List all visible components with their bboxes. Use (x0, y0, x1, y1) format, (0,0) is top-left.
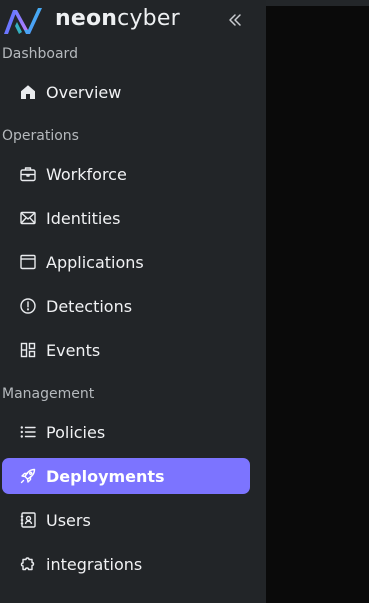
sidebar-item-integrations[interactable]: integrations (2, 546, 250, 582)
layout-grid-icon (18, 340, 38, 360)
sidebar-item-workforce[interactable]: Workforce (2, 156, 250, 192)
sidebar: neoncyber Dashboard Overview Operations … (0, 0, 266, 603)
sidebar-item-overview[interactable]: Overview (2, 74, 250, 110)
puzzle-icon (18, 554, 38, 574)
main-top-divider (266, 0, 369, 6)
briefcase-icon (18, 164, 38, 184)
sidebar-item-label: integrations (46, 554, 143, 574)
sidebar-item-label: Policies (46, 422, 106, 442)
brand-header: neoncyber (0, 0, 266, 42)
sidebar-item-events[interactable]: Events (2, 332, 250, 368)
contact-book-icon (18, 510, 38, 530)
sidebar-item-label: Deployments (46, 466, 165, 486)
sidebar-item-policies[interactable]: Policies (2, 414, 250, 450)
alert-circle-icon (18, 296, 38, 316)
list-icon (18, 422, 38, 442)
main-content-area (266, 0, 369, 603)
sidebar-item-label: Workforce (46, 164, 127, 184)
sidebar-item-label: Events (46, 340, 101, 360)
brand-name: neoncyber (55, 6, 180, 31)
sidebar-item-label: Applications (46, 252, 144, 272)
sidebar-item-identities[interactable]: Identities (2, 200, 250, 236)
sidebar-item-label: Detections (46, 296, 133, 316)
sidebar-item-applications[interactable]: Applications (2, 244, 250, 280)
sidebar-item-label: Overview (46, 82, 122, 102)
home-icon (18, 82, 38, 102)
chevrons-left-icon (227, 12, 243, 28)
collapse-sidebar-button[interactable] (224, 9, 246, 31)
neoncyber-logo (2, 6, 44, 36)
rocket-icon (18, 466, 38, 486)
envelope-icon (18, 208, 38, 228)
sidebar-item-detections[interactable]: Detections (2, 288, 250, 324)
section-label-operations: Operations (2, 128, 79, 144)
sidebar-item-users[interactable]: Users (2, 502, 250, 538)
sidebar-item-label: Users (46, 510, 91, 530)
window-icon (18, 252, 38, 272)
section-label-management: Management (2, 386, 95, 402)
sidebar-item-deployments[interactable]: Deployments (2, 458, 250, 494)
sidebar-item-label: Identities (46, 208, 121, 228)
section-label-dashboard: Dashboard (2, 46, 78, 62)
